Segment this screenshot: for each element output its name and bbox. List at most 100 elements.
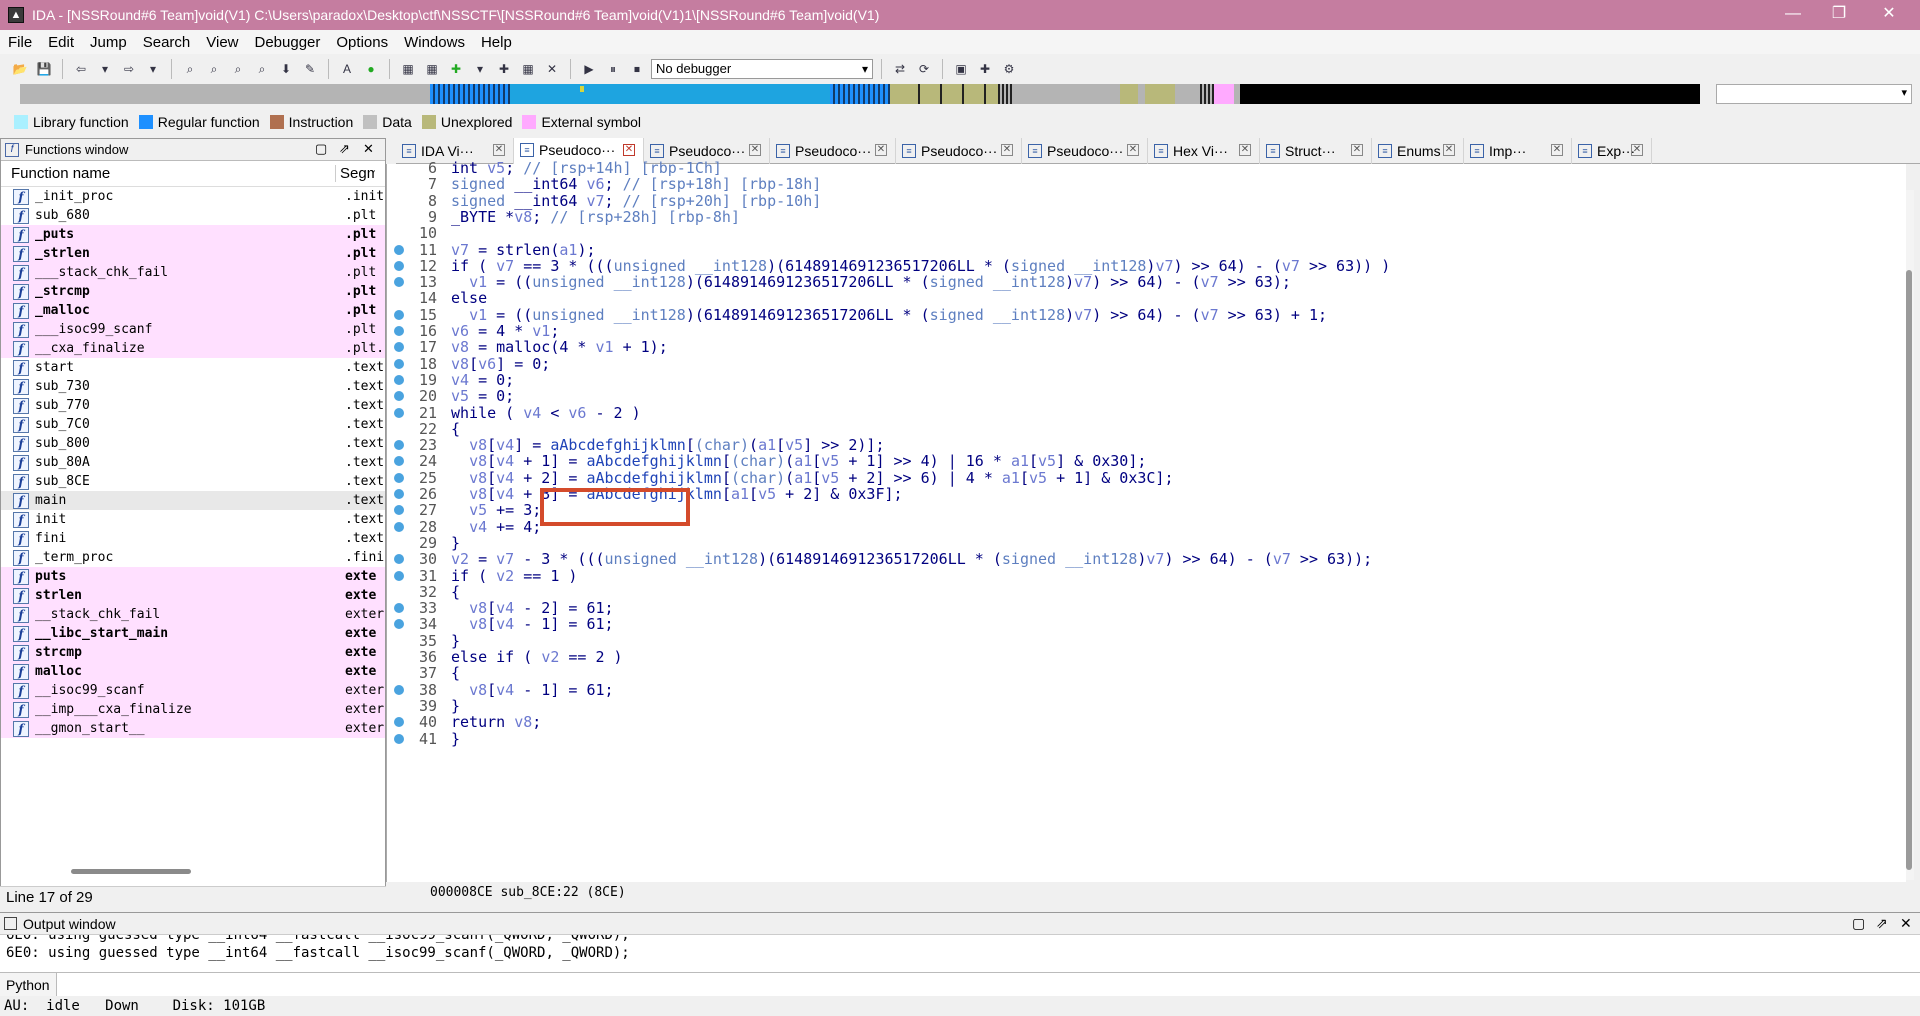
function-row[interactable]: f __gmon_start__ exter	[1, 719, 385, 738]
graph-icon[interactable]: A	[337, 59, 357, 79]
forward-icon[interactable]: ⇨	[119, 59, 139, 79]
restore-pane-icon[interactable]: ▢	[315, 141, 327, 157]
function-row[interactable]: f ___isoc99_scanf .plt	[1, 320, 385, 339]
back-icon[interactable]: ⇦	[71, 59, 91, 79]
function-row[interactable]: f _term_proc .fini	[1, 548, 385, 567]
restore-button[interactable]: ❐	[1816, 0, 1862, 30]
make-data-icon[interactable]: ▦	[422, 59, 442, 79]
breakpoint-icon[interactable]: ▣	[951, 59, 971, 79]
function-row[interactable]: f fini .text	[1, 529, 385, 548]
vertical-scrollbar[interactable]	[1906, 190, 1914, 880]
function-row[interactable]: f sub_8CE .text	[1, 472, 385, 491]
function-row[interactable]: f puts exte	[1, 567, 385, 586]
tab-close-icon[interactable]: ✕	[493, 144, 505, 156]
scrollbar-thumb[interactable]	[1906, 270, 1912, 870]
function-row[interactable]: f sub_770 .text	[1, 396, 385, 415]
breakpoint-dot-icon[interactable]	[394, 277, 404, 288]
tab-close-icon[interactable]: ✕	[1127, 144, 1139, 156]
breakpoint-dot-icon[interactable]	[394, 326, 404, 336]
function-row[interactable]: f sub_800 .text	[1, 434, 385, 453]
function-row[interactable]: f __cxa_finalize .plt.	[1, 339, 385, 358]
function-row[interactable]: f _init_proc .init	[1, 187, 385, 206]
function-row[interactable]: f __imp___cxa_finalize exter	[1, 700, 385, 719]
search-text-icon[interactable]: ⌕	[204, 59, 224, 79]
function-row[interactable]: f __isoc99_scanf exter	[1, 681, 385, 700]
close-button[interactable]: ✕	[1866, 0, 1912, 30]
horizontal-scrollbar[interactable]	[71, 869, 191, 874]
tab-close-icon[interactable]: ✕	[1443, 144, 1455, 156]
breakpoint-dot-icon[interactable]	[394, 717, 404, 728]
breakpoint-dot-icon[interactable]	[394, 603, 404, 614]
function-row[interactable]: f _malloc .plt	[1, 301, 385, 320]
close-pane-icon[interactable]: ✕	[363, 141, 374, 157]
column-segment[interactable]: Segm	[335, 165, 375, 182]
menu-help[interactable]: Help	[473, 34, 520, 51]
open-icon[interactable]: 📂	[10, 59, 30, 79]
python-tab-button[interactable]: Python	[0, 972, 57, 997]
breakpoint-dot-icon[interactable]	[394, 407, 404, 418]
breakpoint-dot-icon[interactable]	[394, 505, 404, 516]
jump-icon[interactable]: ⬇	[276, 59, 296, 79]
output-float-icon[interactable]: ⇗	[1876, 915, 1888, 932]
breakpoint-dot-icon[interactable]	[394, 309, 404, 320]
undefine-icon[interactable]: ✕	[542, 59, 562, 79]
output-close-icon[interactable]: ✕	[1900, 915, 1912, 932]
breakpoint-dot-icon[interactable]	[394, 570, 404, 581]
function-row[interactable]: f malloc exte	[1, 662, 385, 681]
navigation-band[interactable]	[20, 84, 1700, 104]
search-immediate-icon[interactable]: ⌕	[228, 59, 248, 79]
tab-close-icon[interactable]: ✕	[1351, 144, 1363, 156]
breakpoint-dot-icon[interactable]	[394, 456, 404, 467]
minimize-button[interactable]: —	[1770, 0, 1816, 30]
tab-close-icon[interactable]: ✕	[749, 144, 761, 156]
menu-view[interactable]: View	[198, 34, 246, 51]
function-row[interactable]: f strlen exte	[1, 586, 385, 605]
function-row[interactable]: f __libc_start_main exte	[1, 624, 385, 643]
breakpoint-dot-icon[interactable]	[394, 472, 404, 483]
breakpoint-dot-icon[interactable]	[394, 440, 404, 451]
function-row[interactable]: f sub_730 .text	[1, 377, 385, 396]
function-row[interactable]: f __stack_chk_fail exter	[1, 605, 385, 624]
save-icon[interactable]: 💾	[34, 59, 54, 79]
debugger-select[interactable]: No debugger	[651, 59, 873, 79]
breakpoint-dot-icon[interactable]	[394, 554, 404, 565]
tab-close-icon[interactable]: ✕	[1631, 144, 1643, 156]
tab-close-icon[interactable]: ✕	[623, 144, 635, 156]
function-row[interactable]: f _puts .plt	[1, 225, 385, 244]
refresh-icon[interactable]: ⟳	[914, 59, 934, 79]
function-row[interactable]: f strcmp exte	[1, 643, 385, 662]
tab-close-icon[interactable]: ✕	[875, 144, 887, 156]
forward-dropdown-icon[interactable]: ▾	[143, 59, 163, 79]
function-row[interactable]: f main .text	[1, 491, 385, 510]
add-dropdown-icon[interactable]: ▾	[470, 59, 490, 79]
function-row[interactable]: f sub_680 .plt	[1, 206, 385, 225]
array-icon[interactable]: ▦	[518, 59, 538, 79]
search-binary-icon[interactable]: ⌕	[180, 59, 200, 79]
breakpoint-dot-icon[interactable]	[394, 521, 404, 532]
function-row[interactable]: f _strcmp .plt	[1, 282, 385, 301]
tab-close-icon[interactable]: ✕	[1239, 144, 1251, 156]
make-code-icon[interactable]: ▦	[398, 59, 418, 79]
menu-file[interactable]: File	[0, 34, 40, 51]
breakpoint-dot-icon[interactable]	[394, 342, 404, 353]
breakpoint-dot-icon[interactable]	[394, 358, 404, 369]
pause-icon[interactable]: ⏸	[603, 59, 623, 79]
function-row[interactable]: f start .text	[1, 358, 385, 377]
float-pane-icon[interactable]: ⇗	[339, 141, 350, 157]
output-restore-icon[interactable]: ▢	[1852, 915, 1865, 932]
tab-close-icon[interactable]: ✕	[1551, 144, 1563, 156]
menu-edit[interactable]: Edit	[40, 34, 82, 51]
breakpoint-dot-icon[interactable]	[394, 391, 404, 402]
navigation-range-select[interactable]	[1716, 84, 1912, 104]
command-input[interactable]	[56, 973, 1920, 996]
search-next-icon[interactable]: ⌕	[252, 59, 272, 79]
run-circle-icon[interactable]: ●	[361, 59, 381, 79]
back-dropdown-icon[interactable]: ▾	[95, 59, 115, 79]
breakpoint-dot-icon[interactable]	[394, 733, 404, 744]
code-line[interactable]: 41}	[387, 729, 1887, 749]
menu-jump[interactable]: Jump	[82, 34, 135, 51]
function-row[interactable]: f _strlen .plt	[1, 244, 385, 263]
settings-icon[interactable]: ⚙	[999, 59, 1019, 79]
breakpoint-dot-icon[interactable]	[394, 684, 404, 695]
breakpoint-dot-icon[interactable]	[394, 260, 404, 271]
